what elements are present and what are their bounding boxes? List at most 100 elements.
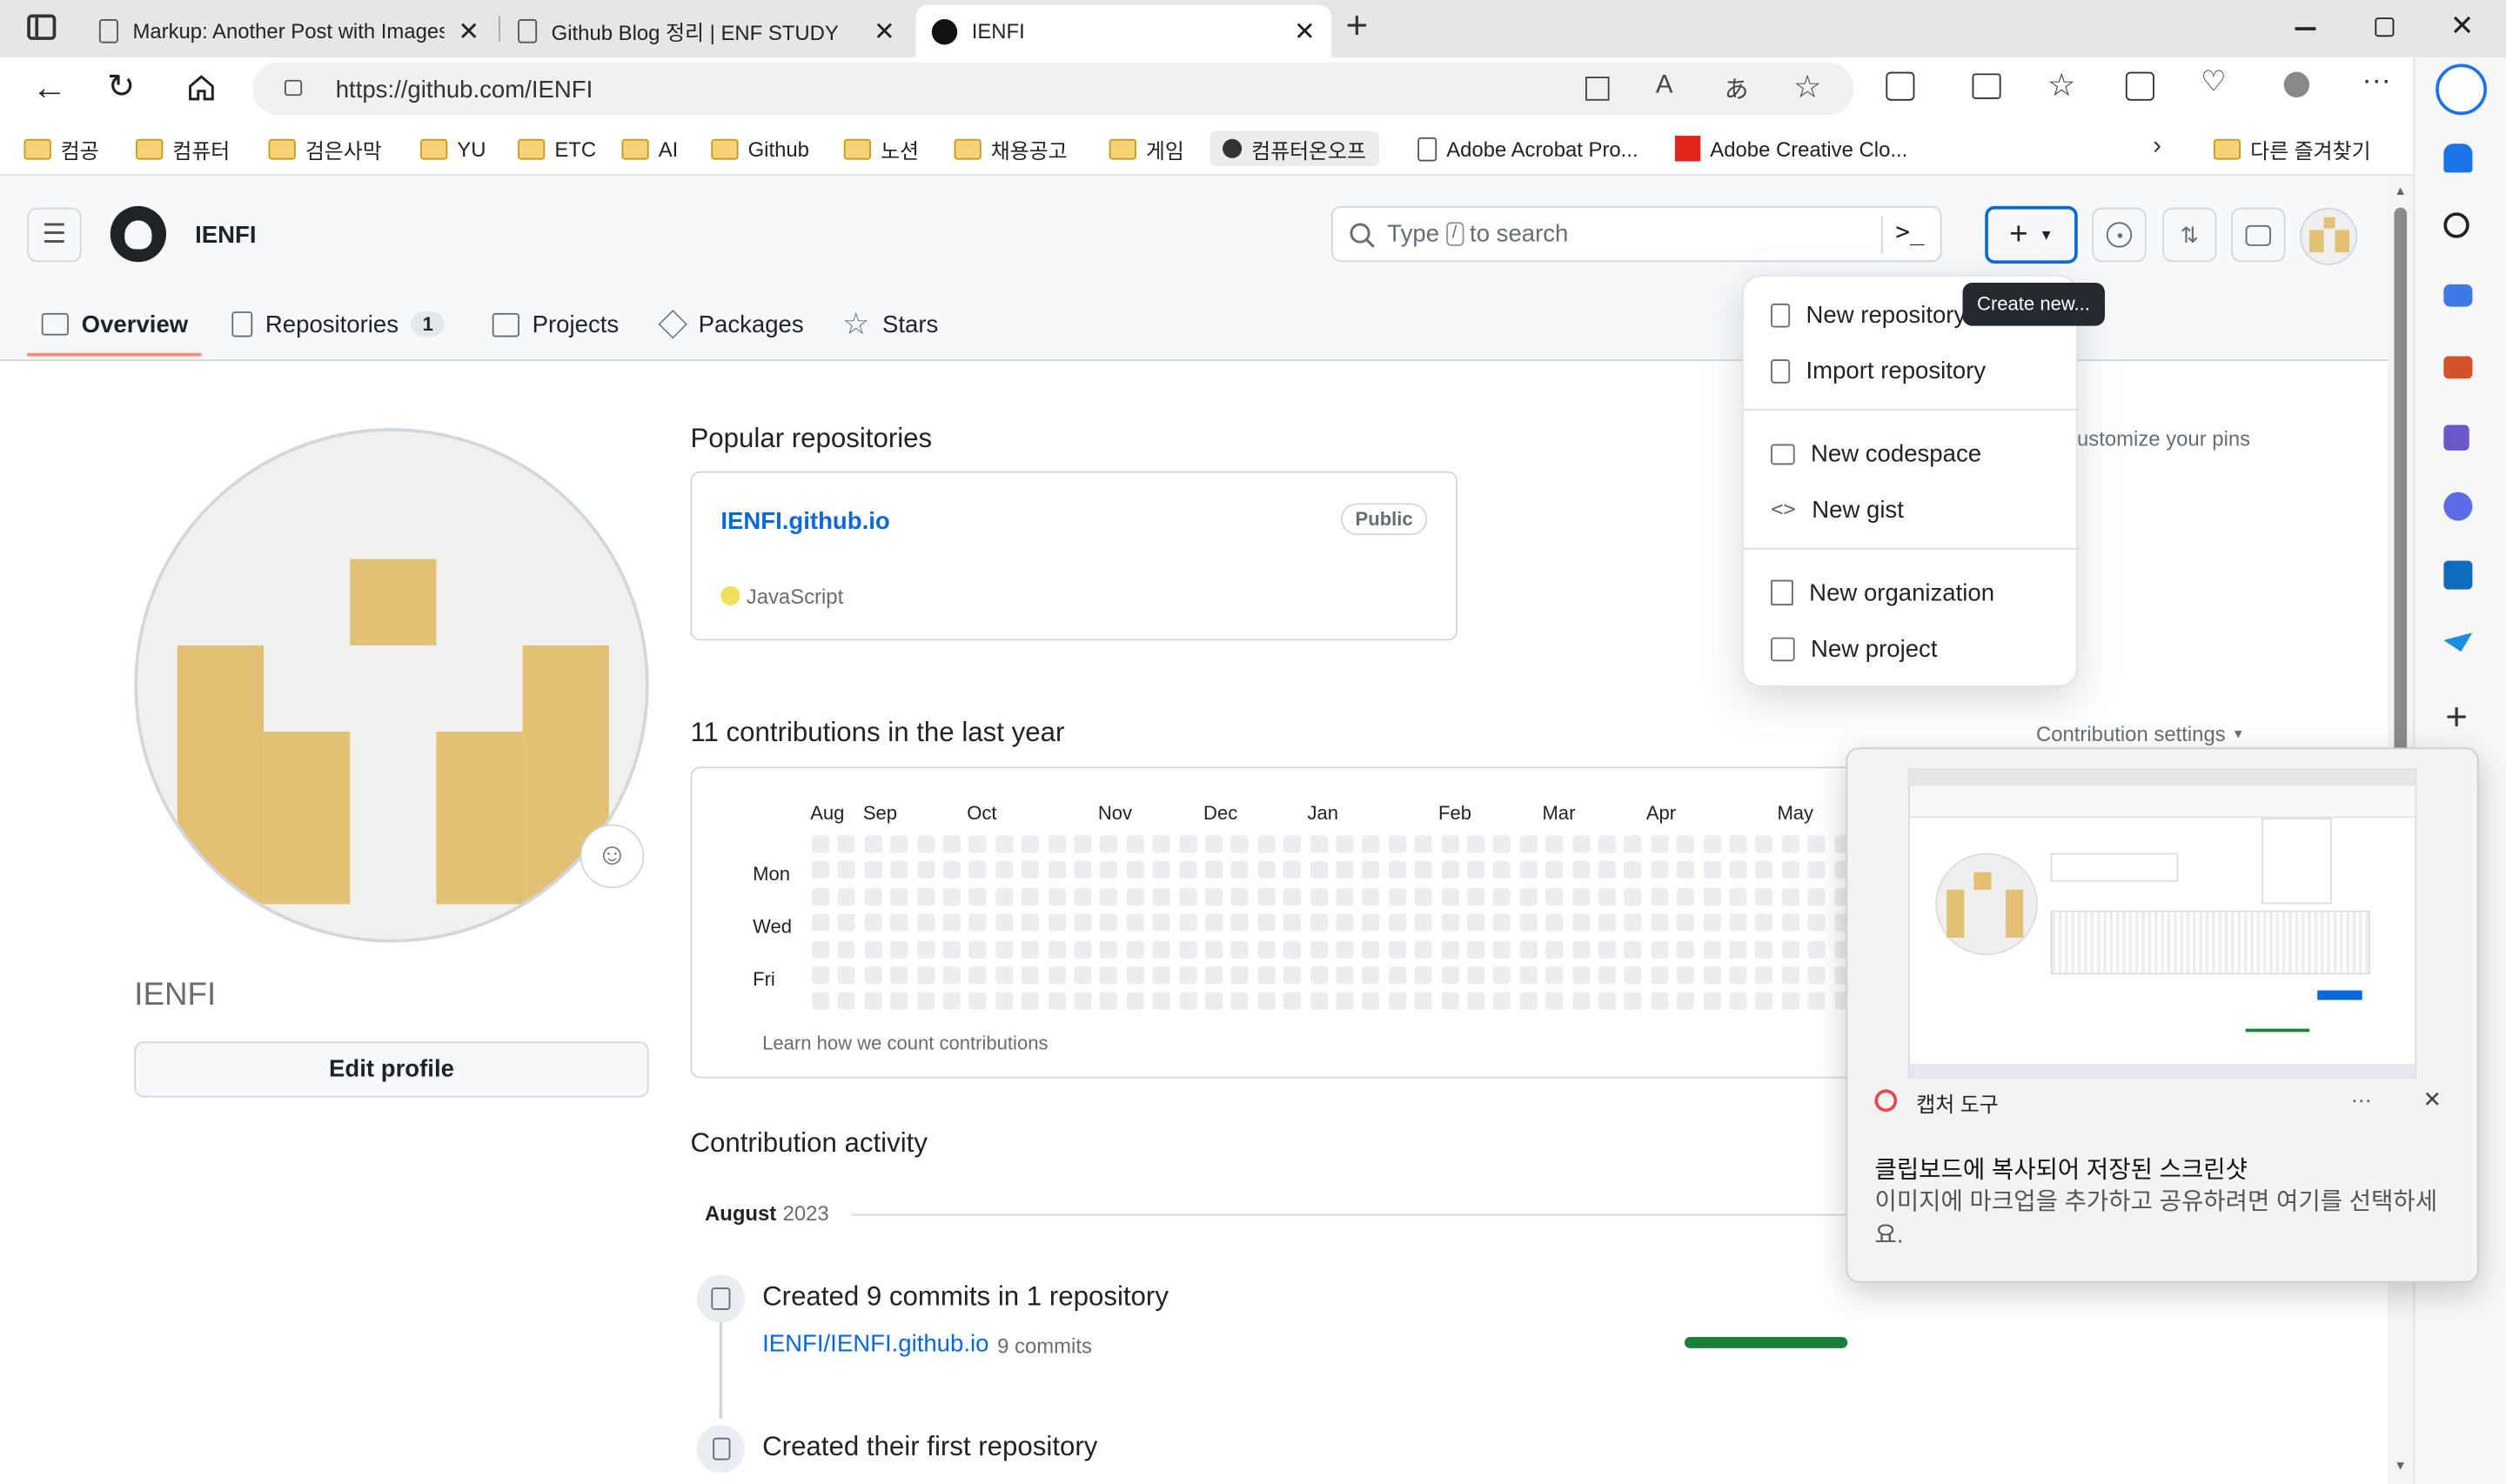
contribution-day[interactable] xyxy=(942,835,961,853)
contribution-day[interactable] xyxy=(1440,939,1459,959)
contribution-day[interactable] xyxy=(995,913,1014,932)
contribution-day[interactable] xyxy=(1545,861,1564,879)
contribution-day[interactable] xyxy=(1126,993,1144,1011)
contribution-day[interactable] xyxy=(1729,939,1747,959)
contribution-day[interactable] xyxy=(1022,887,1040,906)
contribution-day[interactable] xyxy=(1048,966,1066,985)
contribution-day[interactable] xyxy=(916,861,935,879)
contribution-day[interactable] xyxy=(1388,887,1406,906)
contribution-day[interactable] xyxy=(1545,993,1564,1011)
contribution-day[interactable] xyxy=(1388,861,1406,879)
contribution-day[interactable] xyxy=(1781,966,1799,985)
contribution-day[interactable] xyxy=(838,835,856,853)
contribution-day[interactable] xyxy=(1048,913,1066,932)
contribution-day[interactable] xyxy=(1440,966,1459,985)
contribution-day[interactable] xyxy=(864,939,882,959)
contribution-day[interactable] xyxy=(1598,835,1616,853)
tab-packages[interactable]: Packages xyxy=(658,291,804,358)
contribution-day[interactable] xyxy=(1467,913,1485,932)
contribution-day[interactable] xyxy=(1571,835,1590,853)
contribution-day[interactable] xyxy=(1624,966,1643,985)
contribution-day[interactable] xyxy=(942,887,961,906)
contribution-day[interactable] xyxy=(1310,913,1328,932)
contribution-day[interactable] xyxy=(1571,966,1590,985)
contribution-day[interactable] xyxy=(1624,861,1643,879)
contribution-day[interactable] xyxy=(812,993,830,1011)
menu-item-import-repository[interactable]: Import repository xyxy=(1771,348,1986,392)
other-bookmarks[interactable]: 다른 즐겨찾기 xyxy=(2213,131,2371,166)
contribution-day[interactable] xyxy=(1283,939,1302,959)
menu-item-new-organization[interactable]: New organization xyxy=(1771,571,1994,615)
contribution-day[interactable] xyxy=(1624,939,1643,959)
contribution-day[interactable] xyxy=(1310,993,1328,1011)
contribution-day[interactable] xyxy=(1230,861,1250,879)
contribution-day[interactable] xyxy=(1100,993,1118,1011)
command-palette-icon[interactable]: >_ xyxy=(1895,217,1924,246)
contribution-day[interactable] xyxy=(1624,993,1643,1011)
screenshot-thumbnail[interactable] xyxy=(1908,768,2417,1079)
search-input[interactable]: Type / to search >_ xyxy=(1330,205,1942,263)
apps-icon[interactable] xyxy=(1585,77,1610,101)
contribution-day[interactable] xyxy=(1703,913,1721,932)
contribution-day[interactable] xyxy=(942,861,961,879)
contribution-day[interactable] xyxy=(864,835,882,853)
menu-item-new-gist[interactable]: <> New gist xyxy=(1771,487,1904,531)
contribution-day[interactable] xyxy=(1100,835,1118,853)
contribution-day[interactable] xyxy=(1100,939,1118,959)
contribution-day[interactable] xyxy=(1598,861,1616,879)
contribution-day[interactable] xyxy=(1100,861,1118,879)
bookmark-link[interactable]: Adobe Creative Clo... xyxy=(1674,131,1907,166)
contribution-day[interactable] xyxy=(1204,993,1223,1011)
contribution-day[interactable] xyxy=(1781,887,1799,906)
contribution-day[interactable] xyxy=(1178,939,1196,959)
contribution-day[interactable] xyxy=(838,993,856,1011)
contribution-day[interactable] xyxy=(942,913,961,932)
contribution-day[interactable] xyxy=(968,966,987,985)
contribution-day[interactable] xyxy=(1178,913,1196,932)
contribution-day[interactable] xyxy=(1388,913,1406,932)
toolbox-icon[interactable] xyxy=(2443,356,2473,379)
refresh-icon[interactable]: ↻ xyxy=(107,67,135,107)
restore-icon[interactable] xyxy=(2375,17,2395,37)
contribution-day[interactable] xyxy=(1022,966,1040,985)
contribution-day[interactable] xyxy=(968,861,987,879)
bookmark-folder[interactable]: 노션 xyxy=(843,131,919,166)
contribution-day[interactable] xyxy=(1545,887,1564,906)
contribution-day[interactable] xyxy=(1781,835,1799,853)
contribution-day[interactable] xyxy=(864,913,882,932)
contribution-day[interactable] xyxy=(812,887,830,906)
contribution-day[interactable] xyxy=(968,939,987,959)
url-bar[interactable]: https://github.com/IENFI A あ ☆ xyxy=(252,62,1854,116)
contribution-day[interactable] xyxy=(1257,966,1276,985)
minimize-icon[interactable] xyxy=(2295,27,2316,30)
contribution-day[interactable] xyxy=(1807,861,1826,879)
contribution-day[interactable] xyxy=(1336,887,1354,906)
health-icon[interactable]: ♡ xyxy=(2201,65,2227,99)
contribution-day[interactable] xyxy=(890,939,908,959)
contribution-day[interactable] xyxy=(1048,835,1066,853)
contribution-day[interactable] xyxy=(1467,835,1485,853)
contribution-day[interactable] xyxy=(1362,861,1380,879)
bookmark-folder[interactable]: 컴퓨터 xyxy=(136,131,230,166)
contribution-day[interactable] xyxy=(916,993,935,1011)
contribution-day[interactable] xyxy=(942,993,961,1011)
contribution-day[interactable] xyxy=(1519,993,1538,1011)
contribution-day[interactable] xyxy=(942,966,961,985)
contribution-day[interactable] xyxy=(1048,993,1066,1011)
contribution-day[interactable] xyxy=(1493,913,1511,932)
contribution-day[interactable] xyxy=(1414,887,1433,906)
contribution-day[interactable] xyxy=(1755,913,1773,932)
contribution-day[interactable] xyxy=(1126,835,1144,853)
contribution-day[interactable] xyxy=(812,861,830,879)
contribution-day[interactable] xyxy=(1257,993,1276,1011)
contribution-day[interactable] xyxy=(1807,966,1826,985)
contribution-day[interactable] xyxy=(1126,939,1144,959)
bookmark-folder[interactable]: 채용공고 xyxy=(954,131,1068,166)
contribution-day[interactable] xyxy=(1230,913,1250,932)
tab-ienfi[interactable]: IENFI ✕ xyxy=(915,4,1331,58)
contribution-day[interactable] xyxy=(1677,887,1695,906)
contribution-day[interactable] xyxy=(1493,887,1511,906)
contribution-day[interactable] xyxy=(1703,887,1721,906)
contribution-day[interactable] xyxy=(1362,966,1380,985)
contribution-day[interactable] xyxy=(1545,939,1564,959)
